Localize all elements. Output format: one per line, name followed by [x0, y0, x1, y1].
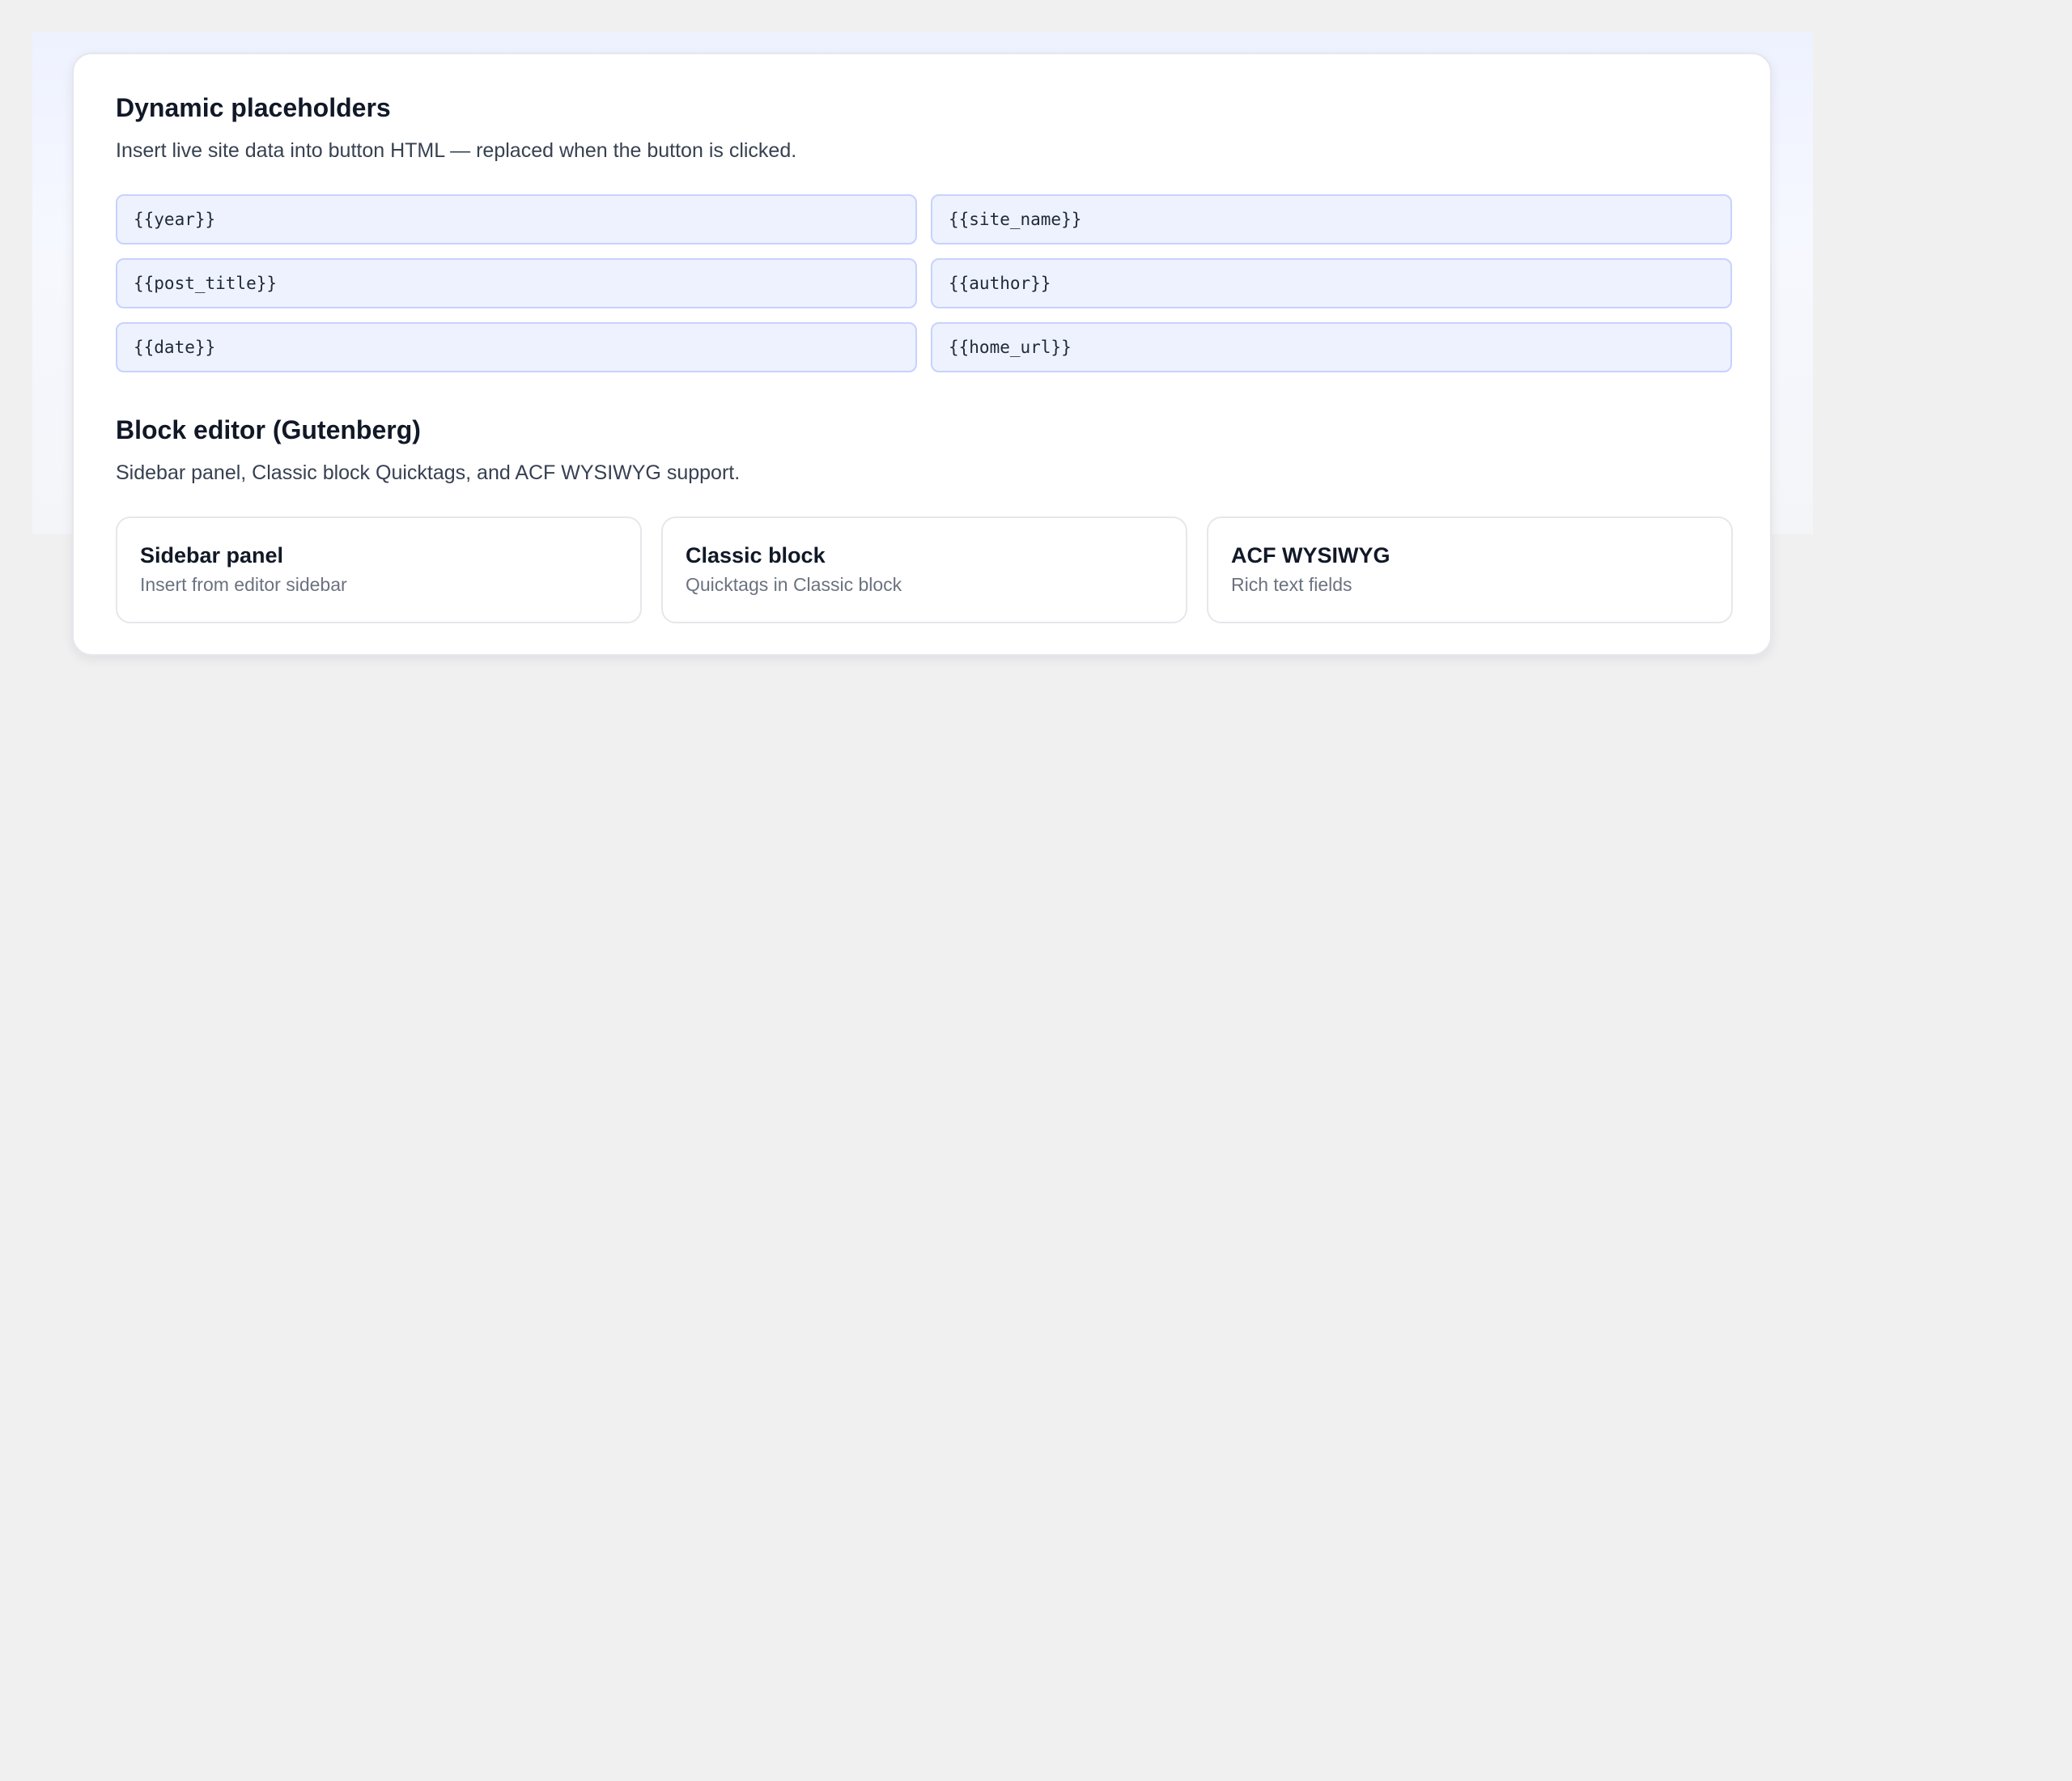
placeholder-year[interactable]: {{year}} [116, 194, 917, 244]
feature-card-acf-wysiwyg: ACF WYSIWYG Rich text fields [1207, 516, 1733, 623]
block-editor-heading: Block editor (Gutenberg) [116, 415, 421, 444]
feature-subtitle: Rich text fields [1231, 574, 1352, 595]
feature-title: Classic block [686, 543, 826, 567]
block-editor-description: Sidebar panel, Classic block Quicktags, … [116, 461, 741, 484]
feature-card-classic-block: Classic block Quicktags in Classic block [661, 516, 1187, 623]
feature-subtitle: Insert from editor sidebar [140, 574, 347, 595]
placeholder-grid: {{year}} {{site_name}} {{post_title}} {{… [116, 194, 1732, 372]
feature-subtitle: Quicktags in Classic block [686, 574, 902, 595]
settings-card: Dynamic placeholders Insert live site da… [72, 53, 1772, 656]
placeholder-post-title[interactable]: {{post_title}} [116, 258, 917, 308]
placeholder-date[interactable]: {{date}} [116, 322, 917, 372]
feature-title: Sidebar panel [140, 543, 284, 567]
feature-card-sidebar-panel: Sidebar panel Insert from editor sidebar [116, 516, 642, 623]
placeholders-description: Insert live site data into button HTML —… [116, 139, 797, 162]
feature-card-row: Sidebar panel Insert from editor sidebar… [116, 516, 1733, 623]
placeholders-heading: Dynamic placeholders [116, 93, 391, 122]
placeholder-site-name[interactable]: {{site_name}} [931, 194, 1732, 244]
feature-title: ACF WYSIWYG [1231, 543, 1391, 567]
placeholder-author[interactable]: {{author}} [931, 258, 1732, 308]
placeholder-home-url[interactable]: {{home_url}} [931, 322, 1732, 372]
